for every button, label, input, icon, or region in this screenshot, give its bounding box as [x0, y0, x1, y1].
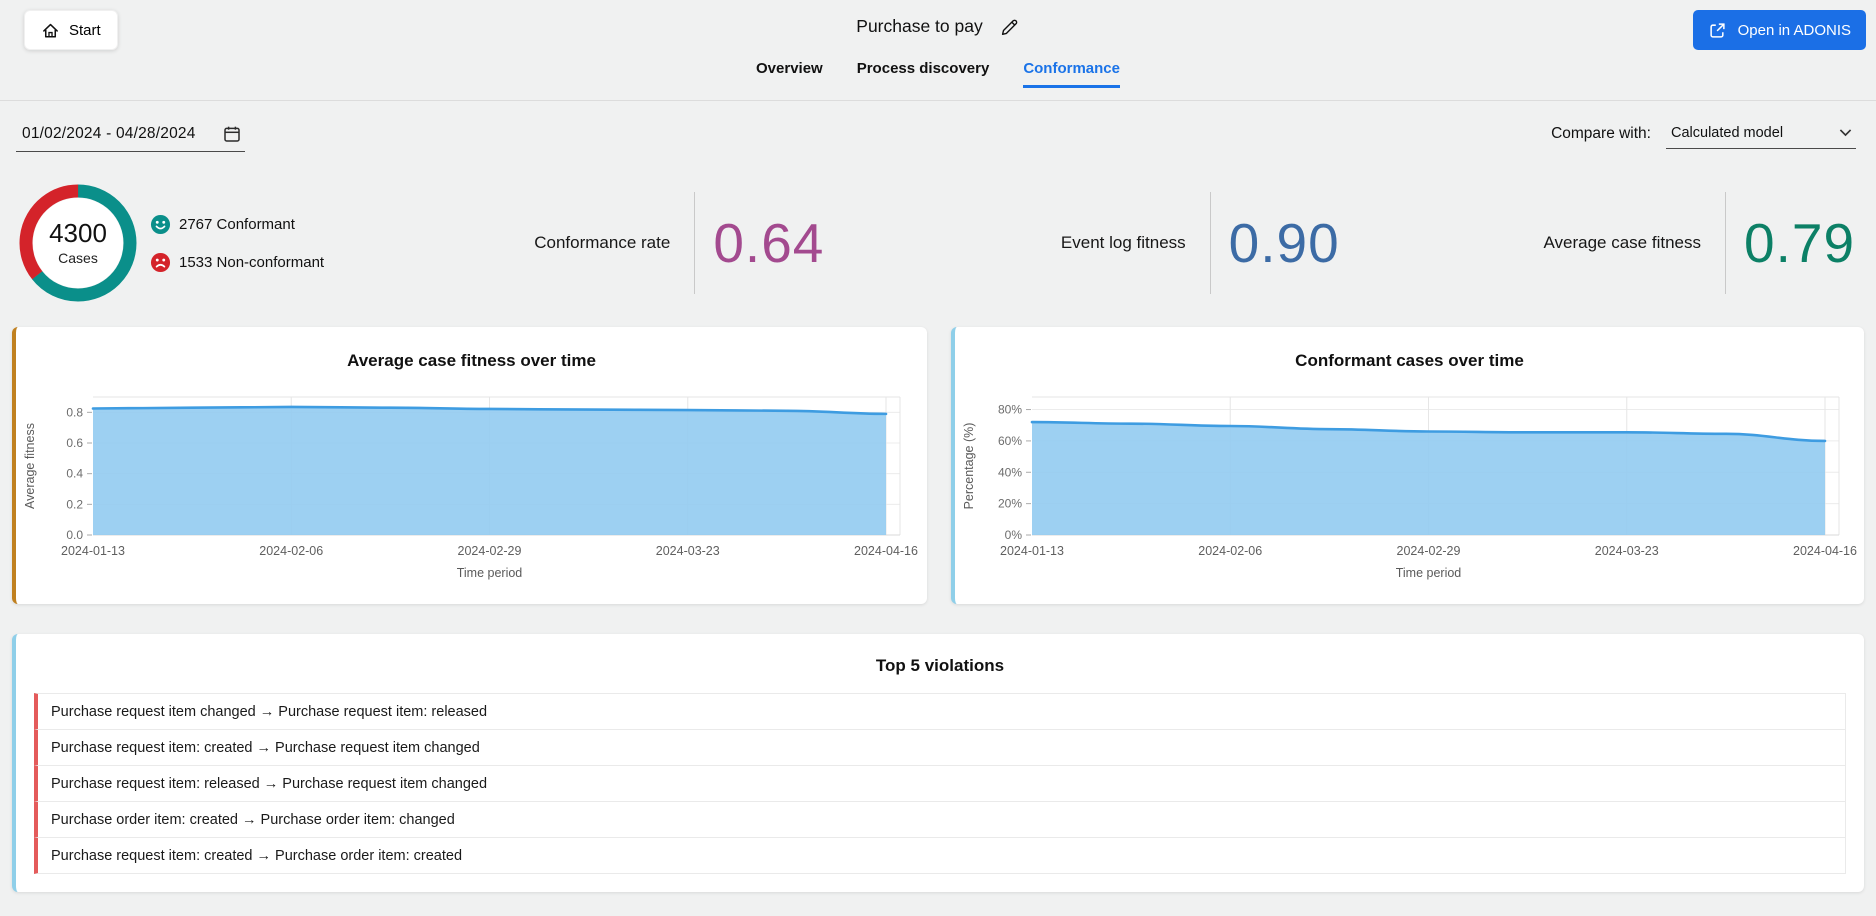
- svg-text:0.4: 0.4: [66, 467, 83, 481]
- svg-text:0.0: 0.0: [66, 528, 83, 542]
- top-violations-list: Purchase request item changed → Purchase…: [34, 693, 1846, 874]
- violation-row: Purchase request item: released → Purcha…: [34, 765, 1846, 802]
- kpi-row: 4300Cases 2767 Conformant 1533 Non: [0, 170, 1876, 316]
- cases-donut-block: 4300Cases 2767 Conformant 1533 Non: [0, 181, 330, 305]
- legend-nonconformant-label: 1533 Non-conformant: [179, 254, 324, 271]
- svg-text:0.6: 0.6: [66, 436, 83, 450]
- svg-text:2024-01-13: 2024-01-13: [1000, 544, 1064, 558]
- donut-legend: 2767 Conformant 1533 Non-conformant: [150, 214, 324, 273]
- happy-face-icon: [150, 214, 171, 235]
- violation-row: Purchase request item: created → Purchas…: [34, 837, 1846, 874]
- calendar-icon[interactable]: [222, 124, 242, 144]
- open-in-adonis-button[interactable]: Open in ADONIS: [1693, 10, 1866, 50]
- svg-text:Percentage (%): Percentage (%): [962, 423, 976, 510]
- svg-text:0.8: 0.8: [66, 405, 83, 419]
- svg-text:Average fitness: Average fitness: [23, 423, 37, 509]
- svg-text:40%: 40%: [998, 465, 1022, 479]
- sad-face-icon: [150, 252, 171, 273]
- svg-text:Time period: Time period: [457, 566, 523, 580]
- kpi-value: 0.64: [695, 211, 845, 275]
- svg-text:20%: 20%: [998, 497, 1022, 511]
- tab-process-discovery[interactable]: Process discovery: [857, 60, 990, 88]
- edit-pencil-icon[interactable]: [1000, 17, 1020, 37]
- legend-conformant-label: 2767 Conformant: [179, 216, 295, 233]
- svg-text:60%: 60%: [998, 434, 1022, 448]
- kpi-conformance-rate: Conformance rate 0.64: [330, 170, 845, 316]
- kpi-value: 0.79: [1726, 211, 1876, 275]
- svg-text:2024-02-29: 2024-02-29: [458, 544, 522, 558]
- svg-text:2024-04-16: 2024-04-16: [854, 544, 918, 558]
- average-case-fitness-chart-card: Average case fitness over time 0.0 0.2 0.4…: [12, 327, 927, 604]
- top-violations-title: Top 5 violations: [16, 656, 1864, 676]
- legend-conformant: 2767 Conformant: [150, 214, 324, 235]
- tab-overview[interactable]: Overview: [756, 60, 823, 88]
- top-violations-card: Top 5 violations Purchase request item c…: [12, 634, 1864, 892]
- kpi-value: 0.90: [1211, 211, 1361, 275]
- kpi-label: Average case fitness: [1361, 233, 1725, 253]
- tab-bar: Overview Process discovery Conformance: [0, 60, 1876, 88]
- page-title: Purchase to pay: [856, 16, 982, 37]
- svg-text:80%: 80%: [998, 403, 1022, 417]
- svg-text:2024-01-13: 2024-01-13: [61, 544, 125, 558]
- conformant-cases-area-chart: 0% 20% 40% 60% 80% 2024-01-13 2024-02-06 2024-0…: [959, 385, 1859, 583]
- svg-text:2024-02-29: 2024-02-29: [1397, 544, 1461, 558]
- conformant-cases-chart-card: Conformant cases over time 0% 20% 40% 60% 80…: [951, 327, 1864, 604]
- compare-model-value: Calculated model: [1671, 125, 1783, 141]
- chart-title: Average case fitness over time: [16, 351, 927, 371]
- violation-row: Purchase request item changed → Purchase…: [34, 693, 1846, 730]
- open-in-adonis-label: Open in ADONIS: [1738, 22, 1851, 39]
- kpi-label: Event log fitness: [845, 233, 1209, 253]
- compare-model-select[interactable]: Calculated model: [1666, 124, 1856, 149]
- date-range-value: 01/02/2024 - 04/28/2024: [22, 125, 196, 143]
- svg-text:2024-02-06: 2024-02-06: [1198, 544, 1262, 558]
- svg-text:2024-02-06: 2024-02-06: [259, 544, 323, 558]
- compare-with-label: Compare with:: [1551, 124, 1651, 149]
- legend-nonconformant: 1533 Non-conformant: [150, 252, 324, 273]
- top-header: Start Purchase to pay Open in ADONIS Ove…: [0, 0, 1876, 101]
- chart-title: Conformant cases over time: [955, 351, 1864, 371]
- kpi-label: Conformance rate: [330, 233, 694, 253]
- average-case-fitness-area-chart: 0.0 0.2 0.4 0.6 0.8 2024-01-13 2024-02-06 2024-…: [20, 385, 920, 583]
- svg-text:2024-04-16: 2024-04-16: [1793, 544, 1857, 558]
- svg-text:0.2: 0.2: [66, 497, 83, 511]
- cases-donut-chart: 4300 Cases: [16, 181, 140, 305]
- svg-text:Cases: Cases: [58, 250, 98, 266]
- kpi-event-log-fitness: Event log fitness 0.90: [845, 170, 1360, 316]
- date-range-input[interactable]: 01/02/2024 - 04/28/2024: [16, 124, 245, 152]
- violation-row: Purchase request item: created → Purchas…: [34, 729, 1846, 766]
- chevron-down-icon: [1837, 124, 1854, 141]
- violation-row: Purchase order item: created → Purchase …: [34, 801, 1846, 838]
- svg-text:Time period: Time period: [1396, 566, 1462, 580]
- svg-text:2024-03-23: 2024-03-23: [656, 544, 720, 558]
- tab-conformance[interactable]: Conformance: [1023, 60, 1120, 88]
- compare-with-control: Compare with: Calculated model: [1551, 124, 1856, 149]
- svg-text:0%: 0%: [1005, 528, 1023, 542]
- svg-text:2024-03-23: 2024-03-23: [1595, 544, 1659, 558]
- external-link-icon: [1708, 21, 1727, 40]
- kpi-average-case-fitness: Average case fitness 0.79: [1361, 170, 1876, 316]
- svg-text:4300: 4300: [49, 218, 107, 248]
